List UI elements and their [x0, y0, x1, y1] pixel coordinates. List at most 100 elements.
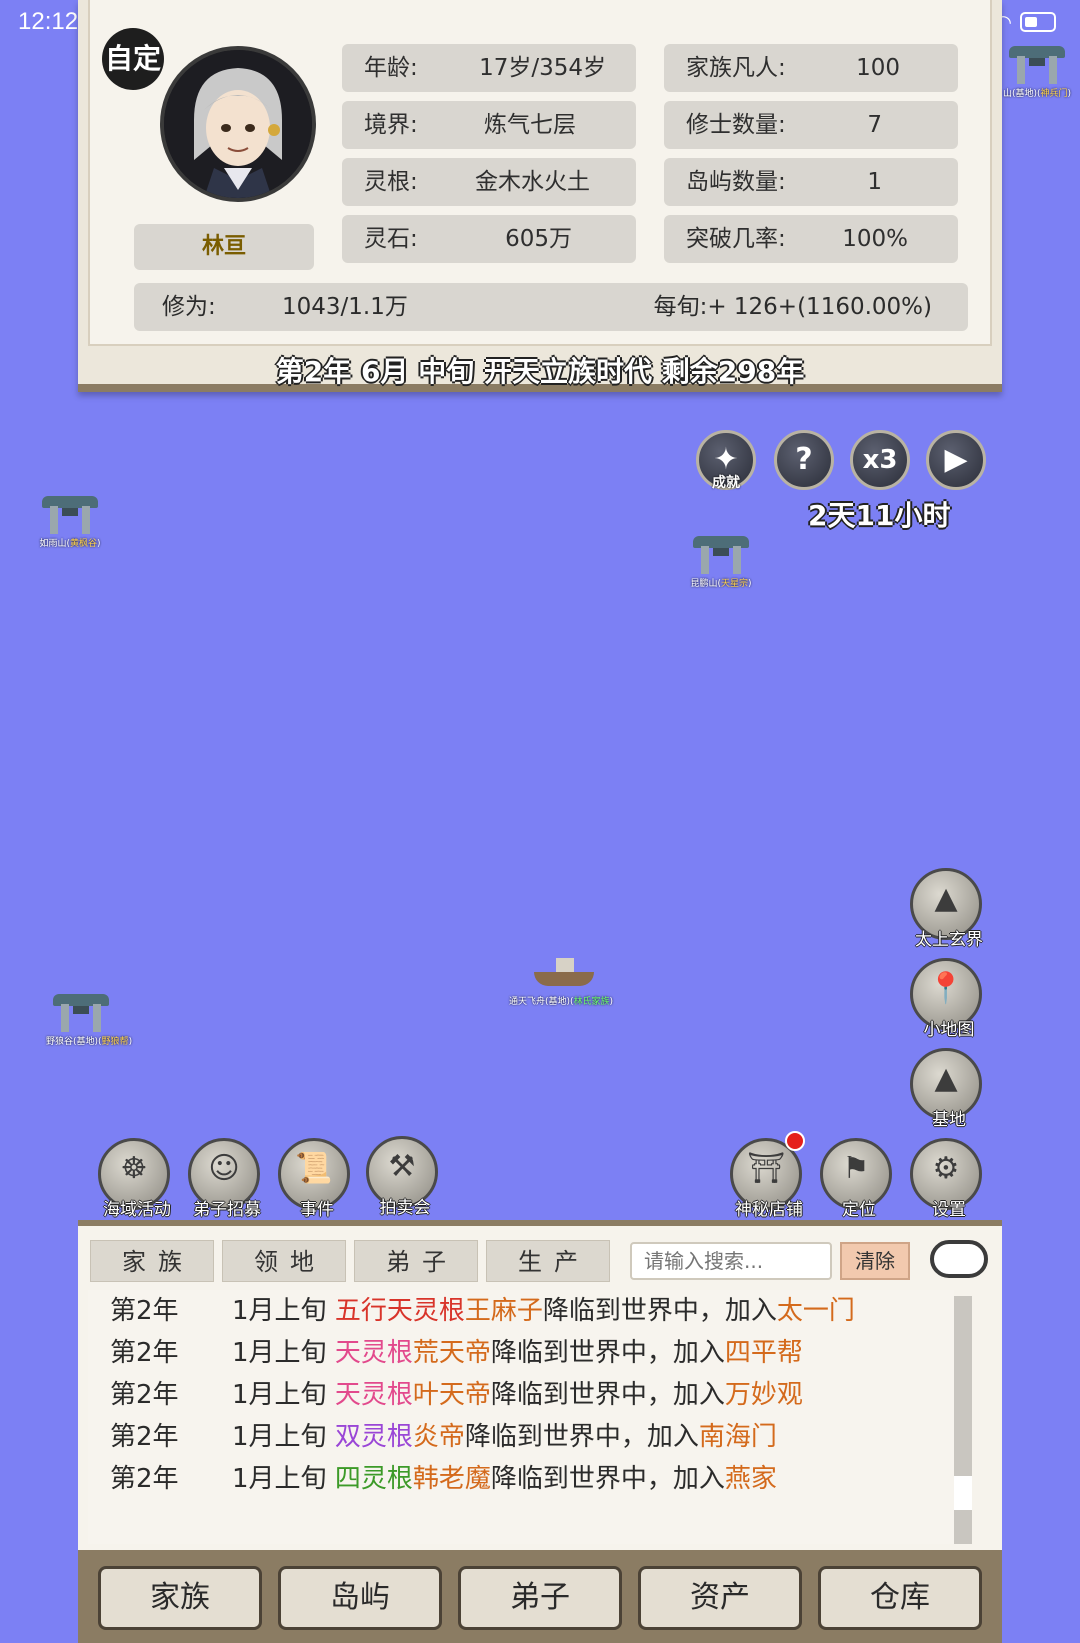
- era-banner: 第2年 6月 中旬 开天立族时代 剩余298年: [275, 355, 805, 388]
- map-marker[interactable]: 野狼谷(基地)(野狼帮): [46, 988, 133, 1047]
- sea-activity-label: 海域活动: [103, 1200, 171, 1220]
- play-button[interactable]: ▶: [926, 430, 986, 490]
- countdown-timer: 2天11小时: [808, 499, 951, 532]
- marker-label: 山(基地)(神兵门): [1002, 89, 1072, 99]
- log-spirit-root: 五行天灵根: [334, 1296, 465, 1326]
- log-spirit-root: 天灵根: [334, 1338, 413, 1368]
- mountain-icon: ▲: [934, 1061, 958, 1096]
- nav-disciples-button[interactable]: 弟子: [458, 1566, 622, 1630]
- map-marker[interactable]: 如雨山(黄枫谷): [35, 490, 105, 549]
- log-text: 降临到世界中，加入: [490, 1338, 725, 1368]
- achievement-icon: ✦: [713, 442, 739, 477]
- log-scrollbar-thumb[interactable]: [954, 1476, 972, 1510]
- log-spirit-root: 四灵根: [334, 1464, 413, 1494]
- stat-label: 灵根:: [364, 169, 418, 195]
- stat-spirit-root: 灵根: 金木水火土: [342, 158, 636, 206]
- log-time: 1月上旬: [232, 1338, 327, 1368]
- stat-label: 岛屿数量:: [686, 169, 786, 195]
- scroll-icon: 📜: [295, 1151, 333, 1186]
- marker-faction: 林氏家族: [573, 997, 610, 1007]
- recruit-label: 弟子招募: [193, 1200, 261, 1220]
- battery-icon: [1020, 12, 1056, 32]
- marker-name: 山(基地): [1002, 89, 1037, 99]
- auction-label: 拍卖会: [379, 1198, 431, 1218]
- stat-label: 境界:: [364, 112, 418, 138]
- stat-label: 突破几率:: [686, 226, 786, 252]
- shop-icon: ⛩: [746, 1151, 786, 1186]
- tab-production[interactable]: 生产: [486, 1240, 610, 1282]
- stat-value: 炼气七层: [484, 112, 576, 138]
- marker-label: 野狼谷(基地)(野狼帮): [46, 1037, 133, 1047]
- portrait-image: [164, 50, 312, 198]
- map-marker[interactable]: 山(基地)(神兵门): [1002, 40, 1072, 99]
- stat-value: 100%: [842, 226, 908, 252]
- log-spirit-root: 天灵根: [334, 1380, 413, 1410]
- mystery-shop-label: 神秘店铺: [735, 1200, 803, 1220]
- settings-button[interactable]: ⚙ 设置: [910, 1138, 982, 1220]
- log-text: 降临到世界中，加入: [490, 1380, 725, 1410]
- nav-family-button[interactable]: 家族: [98, 1566, 262, 1630]
- minimap-button[interactable]: 📍 小地图: [910, 958, 982, 1040]
- stat-cultivators: 修士数量: 7: [664, 101, 958, 149]
- stat-value: 100: [856, 55, 900, 81]
- stat-label: 修士数量:: [686, 112, 786, 138]
- marker-faction: 野狼帮: [101, 1037, 129, 1047]
- locate-button[interactable]: ⚑ 定位: [820, 1138, 892, 1220]
- log-year: 第2年: [110, 1422, 179, 1452]
- marker-name: 通天飞舟(基地): [508, 997, 570, 1007]
- stat-label: 灵石:: [364, 226, 418, 252]
- notification-dot: [785, 1131, 805, 1151]
- auction-button[interactable]: ⚒ 拍卖会: [366, 1136, 438, 1218]
- stat-label: 家族凡人:: [686, 55, 786, 81]
- minimap-label: 小地图: [923, 1020, 975, 1040]
- custom-badge[interactable]: 自定: [102, 28, 164, 90]
- clear-button[interactable]: 清除: [840, 1242, 910, 1280]
- speed-button[interactable]: x3: [850, 430, 910, 490]
- character-panel: 自定 林亘 年龄: 17岁/354岁 境界: 炼气七层 灵根: 金木水火土 灵石…: [78, 0, 1002, 392]
- log-entry: 第2年 1月上旬 四灵根韩老魔降临到世界中，加入燕家: [88, 1458, 954, 1500]
- stat-value: 605万: [505, 226, 572, 252]
- marker-label: 通天飞舟(基地)(林氏家族): [508, 997, 614, 1007]
- cultivation-bar: 修为: 1043/1.1万 每旬:+ 126+(1160.00%): [134, 283, 968, 331]
- log-year: 第2年: [110, 1464, 179, 1494]
- airship-base[interactable]: [530, 958, 600, 990]
- nav-warehouse-button[interactable]: 仓库: [818, 1566, 982, 1630]
- character-avatar[interactable]: [160, 46, 316, 202]
- stat-islands: 岛屿数量: 1: [664, 158, 958, 206]
- tab-disciples[interactable]: 弟子: [354, 1240, 478, 1282]
- nav-islands-button[interactable]: 岛屿: [278, 1566, 442, 1630]
- character-name[interactable]: 林亘: [134, 224, 314, 270]
- marker-faction: 神兵门: [1040, 89, 1068, 99]
- stat-spirit-stones: 灵石: 605万: [342, 215, 636, 263]
- gate-icon: [1007, 40, 1067, 86]
- log-list[interactable]: 第2年 1月上旬 五行天灵根王麻子降临到世界中，加入太一门 第2年 1月上旬 天…: [88, 1290, 954, 1544]
- location-pin-icon: 📍: [927, 971, 965, 1006]
- ship-hull: [534, 972, 594, 986]
- mystery-shop-button[interactable]: ⛩ 神秘店铺: [730, 1131, 805, 1220]
- gavel-icon: ⚒: [388, 1149, 416, 1184]
- upper-realm-button[interactable]: ▲ 太上玄界: [910, 868, 983, 950]
- tab-family[interactable]: 家族: [90, 1240, 214, 1282]
- marker-name: 野狼谷(基地): [46, 1037, 99, 1047]
- help-button[interactable]: ?: [774, 430, 834, 490]
- settings-label: 设置: [932, 1200, 966, 1220]
- log-faction: 万妙观: [724, 1380, 803, 1410]
- map-marker[interactable]: 昆鹏山(天星宗): [686, 530, 756, 589]
- events-button[interactable]: 📜 事件: [278, 1138, 350, 1220]
- search-input[interactable]: [630, 1242, 832, 1280]
- play-icon: ▶: [944, 442, 968, 477]
- cultivation-value: 1043/1.1万: [282, 294, 408, 320]
- achievement-button[interactable]: ✦ 成就: [696, 430, 756, 491]
- gate-icon: [691, 530, 751, 576]
- log-time: 1月上旬: [232, 1380, 327, 1410]
- log-year: 第2年: [110, 1380, 179, 1410]
- nav-assets-button[interactable]: 资产: [638, 1566, 802, 1630]
- log-entry: 第2年 1月上旬 天灵根叶天帝降临到世界中，加入万妙观: [88, 1374, 954, 1416]
- lock-toggle-icon[interactable]: [930, 1240, 988, 1278]
- achievement-label: 成就: [712, 475, 740, 491]
- tab-territory[interactable]: 领地: [222, 1240, 346, 1282]
- base-button[interactable]: ▲ 基地: [910, 1048, 982, 1130]
- sea-activity-button[interactable]: ☸ 海域活动: [98, 1138, 171, 1220]
- recruit-disciple-button[interactable]: ☺ 弟子招募: [188, 1138, 261, 1220]
- log-person: 韩老魔: [412, 1464, 491, 1494]
